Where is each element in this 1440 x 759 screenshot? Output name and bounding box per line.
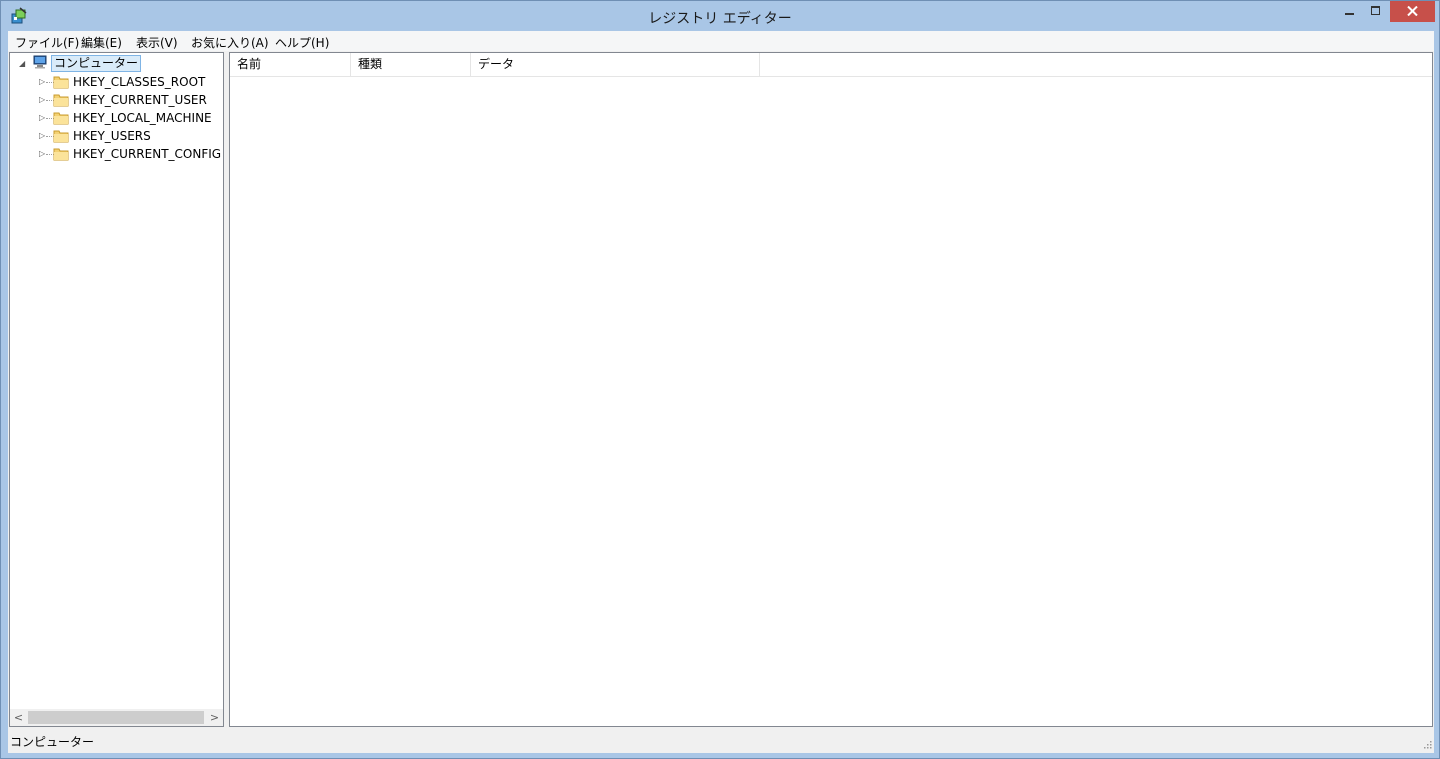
menu-file[interactable]: ファイル(F) [15,34,79,51]
menu-view[interactable]: 表示(V) [136,34,178,51]
scroll-right-icon[interactable]: > [206,709,223,726]
title-bar[interactable]: レジストリ エディター [1,1,1439,31]
folder-icon [53,76,69,89]
status-bar: コンピューター [8,729,1434,751]
registry-editor-window: レジストリ エディター ファイル(F) 編集(E) 表示(V) お気に入り(A)… [0,0,1440,759]
folder-icon [53,94,69,107]
collapse-arrow-icon[interactable]: ◢ [19,59,28,68]
close-button[interactable] [1390,1,1435,22]
maximize-button[interactable] [1363,1,1389,22]
resize-grip-icon[interactable] [1422,739,1432,749]
menu-bar: ファイル(F) 編集(E) 表示(V) お気に入り(A) ヘルプ(H) [8,31,1434,51]
folder-icon [53,130,69,143]
close-icon [1407,6,1418,16]
folder-icon [53,112,69,125]
window-title: レジストリ エディター [648,11,792,27]
key-tree[interactable]: ◢ コンピューター ▷ HKEY_CLASSES_ROOT ▷ HKEY_CUR… [9,52,224,727]
minimize-button[interactable] [1337,1,1363,22]
menu-help[interactable]: ヘルプ(H) [275,34,329,51]
scroll-thumb[interactable] [28,711,204,724]
menu-edit[interactable]: 編集(E) [81,34,122,51]
folder-icon [53,148,69,161]
tree-item[interactable]: ▷ HKEY_CURRENT_USER [10,91,223,109]
tree-item[interactable]: ▷ HKEY_LOCAL_MACHINE [10,109,223,127]
client-area: ファイル(F) 編集(E) 表示(V) お気に入り(A) ヘルプ(H) ◢ コン… [8,31,1434,753]
column-header-data[interactable]: データ [471,53,760,76]
status-path: コンピューター [10,735,95,749]
tree-item[interactable]: ▷ HKEY_CLASSES_ROOT [10,73,223,91]
tree-item-label: HKEY_CURRENT_USER [73,93,207,107]
column-header-type[interactable]: 種類 [351,53,471,76]
column-header-name[interactable]: 名前 [230,53,351,76]
tree-item[interactable]: ▷ HKEY_CURRENT_CONFIG [10,145,223,163]
tree-item-label: HKEY_LOCAL_MACHINE [73,111,212,125]
value-list[interactable]: 名前 種類 データ [229,52,1433,727]
tree-item-label: HKEY_CURRENT_CONFIG [73,147,222,161]
tree-item[interactable]: ▷ HKEY_USERS [10,127,223,145]
menu-favorites[interactable]: お気に入り(A) [191,34,269,51]
list-header: 名前 種類 データ [230,53,1432,77]
tree-horizontal-scrollbar[interactable]: < > [10,709,223,726]
scroll-left-icon[interactable]: < [10,709,27,726]
tree-item-label: HKEY_CLASSES_ROOT [73,75,206,89]
tree-root-computer[interactable]: ◢ コンピューター [10,55,223,73]
tree-item-label: HKEY_USERS [73,129,151,143]
tree-root-label: コンピューター [51,55,142,72]
computer-icon [33,55,47,69]
